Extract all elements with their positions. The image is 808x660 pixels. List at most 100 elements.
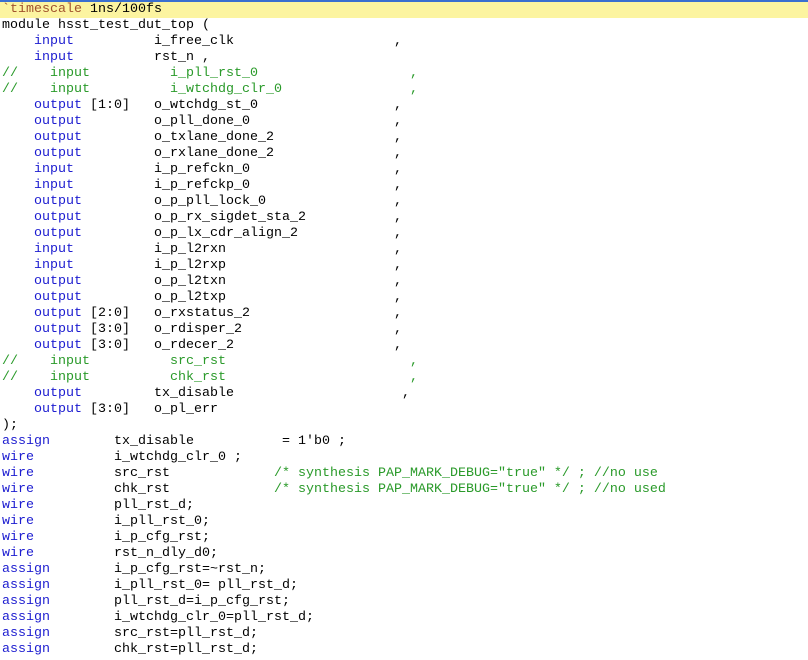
code-line-assign[interactable]: assign i_p_cfg_rst=~rst_n; <box>2 562 808 578</box>
port-direction: input <box>34 242 74 257</box>
code-line-port[interactable]: input rst_n , <box>2 50 808 66</box>
port-name: o_pl_err <box>154 402 218 417</box>
port-name: i_p_refckp_0 <box>154 178 250 193</box>
code-line-port[interactable]: input i_p_refckp_0, <box>2 178 808 194</box>
code-line-port[interactable]: output [3:0] o_pl_err <box>2 402 808 418</box>
code-line-port[interactable]: input i_p_l2rxn, <box>2 242 808 258</box>
port-name: chk_rst <box>170 370 226 385</box>
code-line-assign[interactable]: assign pll_rst_d=i_p_cfg_rst; <box>2 594 808 610</box>
code-line-commented-port[interactable]: // input src_rst, <box>2 354 808 370</box>
port-name: i_p_l2rxp <box>154 258 226 273</box>
code-line-assign[interactable]: assign i_wtchdg_clr_0=pll_rst_d; <box>2 610 808 626</box>
port-range: [2:0] <box>90 306 130 321</box>
port-name: i_wtchdg_clr_0 <box>170 82 282 97</box>
code-line-wire[interactable]: wire rst_n_dly_d0; <box>2 546 808 562</box>
port-name: o_p_pll_lock_0 <box>154 194 266 209</box>
module-keyword: module <box>2 18 50 33</box>
port-name: o_rxstatus_2 <box>154 306 250 321</box>
signal-expression: i_p_cfg_rst=~rst_n; <box>114 562 266 577</box>
signal-expression: i_pll_rst_0= pll_rst_d; <box>114 578 298 593</box>
port-direction: input <box>50 354 90 369</box>
code-line-port[interactable]: output [3:0] o_rdisper_2, <box>2 322 808 338</box>
signal-expression: src_rst <box>114 466 170 481</box>
code-line-wire[interactable]: wire i_pll_rst_0; <box>2 514 808 530</box>
code-editor[interactable]: `timescale 1ns/100fs module hsst_test_du… <box>0 2 808 658</box>
signal-expression: i_pll_rst_0; <box>114 514 210 529</box>
port-direction: output <box>34 338 82 353</box>
code-line-port[interactable]: output o_p_l2txp, <box>2 290 808 306</box>
port-direction: output <box>34 226 82 241</box>
comment-marker: // <box>2 82 18 97</box>
port-direction: output <box>34 194 82 209</box>
code-line-port[interactable]: output o_rxlane_done_2, <box>2 146 808 162</box>
code-line-assign[interactable]: assign i_pll_rst_0= pll_rst_d; <box>2 578 808 594</box>
assign-keyword: assign <box>2 642 50 657</box>
assign-keyword: assign <box>2 594 50 609</box>
code-line-port[interactable]: output [3:0] o_rdecer_2, <box>2 338 808 354</box>
code-line-port[interactable]: output o_pll_done_0, <box>2 114 808 130</box>
code-line-port[interactable]: output [2:0] o_rxstatus_2, <box>2 306 808 322</box>
port-name: o_txlane_done_2 <box>154 130 274 145</box>
code-line-commented-port[interactable]: // input i_pll_rst_0, <box>2 66 808 82</box>
code-line-wire[interactable]: wire chk_rst /* synthesis PAP_MARK_DEBUG="… <box>2 482 808 498</box>
port-direction: output <box>34 290 82 305</box>
code-line-port[interactable]: output o_p_pll_lock_0, <box>2 194 808 210</box>
code-line-close[interactable]: ); <box>2 418 808 434</box>
signal-expression: chk_rst <box>114 482 170 497</box>
signal-expression: pll_rst_d; <box>114 498 194 513</box>
port-separator: , <box>394 194 402 209</box>
port-range: [3:0] <box>90 402 130 417</box>
code-line-port[interactable]: output o_p_rx_sigdet_sta_2, <box>2 210 808 226</box>
code-line-port[interactable]: input i_p_l2rxp, <box>2 258 808 274</box>
port-separator: , <box>394 162 402 177</box>
port-name: i_p_l2rxn <box>154 242 226 257</box>
port-separator: , <box>394 386 410 401</box>
port-list-close: ); <box>2 418 18 433</box>
port-direction: output <box>34 386 82 401</box>
signal-expression: tx_disable <box>114 434 194 449</box>
code-line-assign[interactable]: assign tx_disable = 1'b0 ; <box>2 434 808 450</box>
code-line-wire[interactable]: wire i_wtchdg_clr_0 ; <box>2 450 808 466</box>
code-line-assign[interactable]: assign src_rst=pll_rst_d; <box>2 626 808 642</box>
code-line-port[interactable]: output o_txlane_done_2, <box>2 130 808 146</box>
code-line-wire[interactable]: wire i_p_cfg_rst; <box>2 530 808 546</box>
code-line-wire[interactable]: wire src_rst /* synthesis PAP_MARK_DEBUG="… <box>2 466 808 482</box>
code-line-commented-port[interactable]: // input chk_rst, <box>2 370 808 386</box>
comment-marker: // <box>2 66 18 81</box>
code-line-port[interactable]: input i_p_refckn_0, <box>2 162 808 178</box>
wire-keyword: wire <box>2 482 34 497</box>
port-name: o_rxlane_done_2 <box>154 146 274 161</box>
timescale-value: 1ns/100fs <box>90 2 162 17</box>
code-line-assign[interactable]: assign chk_rst=pll_rst_d; <box>2 642 808 658</box>
signal-expression: i_wtchdg_clr_0 ; <box>114 450 242 465</box>
code-line-timescale[interactable]: `timescale 1ns/100fs <box>0 2 808 18</box>
code-line-port[interactable]: input i_free_clk, <box>2 34 808 50</box>
module-name: hsst_test_dut_top ( <box>58 18 210 33</box>
assign-value: = 1'b0 ; <box>282 434 346 449</box>
assign-keyword: assign <box>2 610 50 625</box>
port-name: o_rdisper_2 <box>154 322 242 337</box>
port-separator: , <box>394 226 402 241</box>
port-name: o_p_rx_sigdet_sta_2 <box>154 210 306 225</box>
code-line-port[interactable]: output [1:0] o_wtchdg_st_0, <box>2 98 808 114</box>
port-separator: , <box>394 146 402 161</box>
port-direction: output <box>34 274 82 289</box>
port-direction: output <box>34 402 82 417</box>
code-line-port[interactable]: output tx_disable , <box>2 386 808 402</box>
code-line-port[interactable]: output o_p_l2txn, <box>2 274 808 290</box>
code-line-module[interactable]: module hsst_test_dut_top ( <box>2 18 808 34</box>
code-line-commented-port[interactable]: // input i_wtchdg_clr_0, <box>2 82 808 98</box>
code-line-wire[interactable]: wire pll_rst_d; <box>2 498 808 514</box>
signal-expression: i_p_cfg_rst; <box>114 530 210 545</box>
port-direction: output <box>34 322 82 337</box>
port-direction: input <box>34 162 74 177</box>
synthesis-comment: /* synthesis PAP_MARK_DEBUG="true" */ ; … <box>274 482 666 497</box>
port-separator: , <box>394 338 402 353</box>
wire-keyword: wire <box>2 530 34 545</box>
assign-keyword: assign <box>2 562 50 577</box>
port-range: [1:0] <box>90 98 130 113</box>
port-separator: , <box>394 130 402 145</box>
port-name: o_wtchdg_st_0 <box>154 98 258 113</box>
port-separator: , <box>394 274 402 289</box>
code-line-port[interactable]: output o_p_lx_cdr_align_2, <box>2 226 808 242</box>
